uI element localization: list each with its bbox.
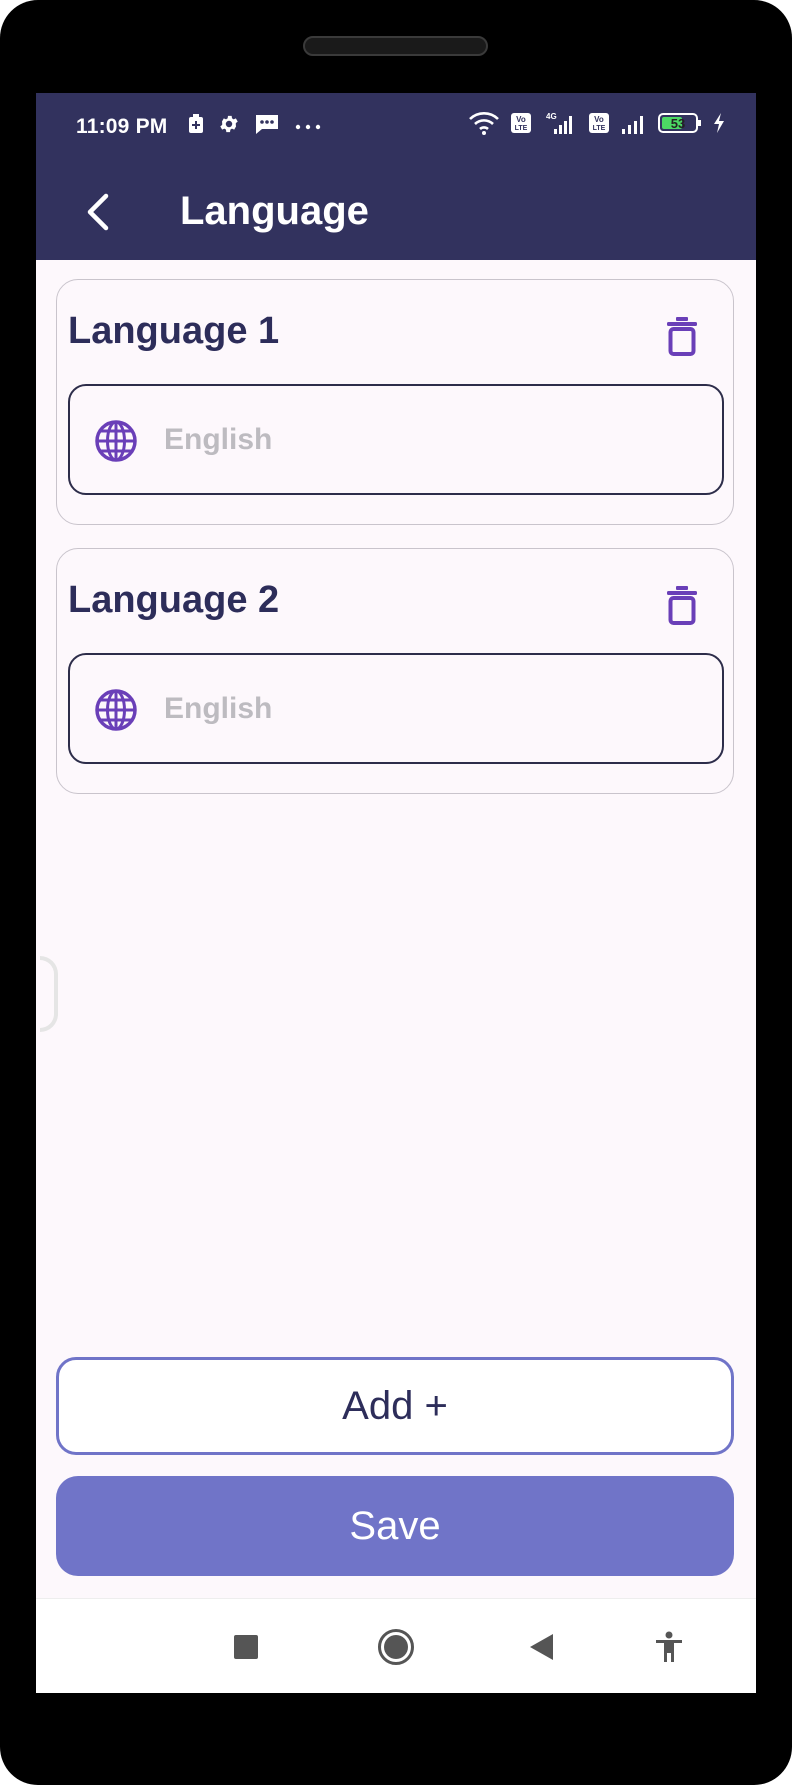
app-bar: Language xyxy=(36,163,756,260)
battery-level-text: 53 xyxy=(671,116,685,131)
svg-text:LTE: LTE xyxy=(515,125,528,132)
settings-icon xyxy=(218,113,240,140)
svg-text:Vo: Vo xyxy=(516,115,526,124)
language-input[interactable] xyxy=(164,655,704,762)
page-title: Language xyxy=(180,189,369,233)
home-circle-icon xyxy=(378,1629,414,1665)
edge-swipe-handle[interactable] xyxy=(40,956,58,1032)
back-triangle-icon xyxy=(530,1634,553,1660)
charging-icon xyxy=(712,112,726,139)
accessibility-button[interactable] xyxy=(641,1619,697,1675)
svg-text:LTE: LTE xyxy=(593,125,606,132)
svg-text:4G: 4G xyxy=(546,112,557,121)
status-icons-left xyxy=(188,113,322,140)
save-button[interactable]: Save xyxy=(56,1476,734,1576)
globe-icon xyxy=(94,419,138,463)
chevron-left-icon xyxy=(87,193,109,231)
signal-icon xyxy=(620,111,648,140)
delete-language-button[interactable] xyxy=(661,314,703,358)
svg-text:Vo: Vo xyxy=(594,115,604,124)
phone-frame: 11:09 PM Vo LTE 4G Vo LTE 53 Language La… xyxy=(0,0,792,1785)
speaker-grille xyxy=(303,36,488,56)
status-bar: 11:09 PM Vo LTE 4G Vo LTE 53 xyxy=(36,93,756,163)
delete-language-button[interactable] xyxy=(661,583,703,627)
home-button[interactable] xyxy=(368,1619,424,1675)
battery-saver-icon xyxy=(188,114,204,139)
language-field xyxy=(68,384,724,495)
back-nav-button[interactable] xyxy=(514,1619,570,1675)
trash-icon xyxy=(667,586,697,625)
language-card-2: Language 2 xyxy=(56,548,734,794)
app-screen: 11:09 PM Vo LTE 4G Vo LTE 53 Language La… xyxy=(36,93,756,1693)
accessibility-icon xyxy=(656,1631,682,1662)
globe-icon xyxy=(94,688,138,732)
language-card-1: Language 1 xyxy=(56,279,734,525)
message-icon xyxy=(254,113,280,140)
system-nav-bar xyxy=(36,1598,756,1693)
recents-button[interactable] xyxy=(218,1619,274,1675)
language-card-title: Language 1 xyxy=(68,310,280,352)
more-dots-icon xyxy=(294,118,322,136)
wifi-icon xyxy=(468,111,500,140)
volte-icon: Vo LTE xyxy=(588,112,610,139)
recents-square-icon xyxy=(234,1635,258,1659)
language-card-title: Language 2 xyxy=(68,579,280,621)
language-field xyxy=(68,653,724,764)
trash-icon xyxy=(667,317,697,356)
status-time: 11:09 PM xyxy=(76,115,168,138)
add-language-button[interactable]: Add + xyxy=(56,1357,734,1455)
volte-icon: Vo LTE xyxy=(510,112,532,139)
language-input[interactable] xyxy=(164,386,704,493)
back-button[interactable] xyxy=(72,185,126,239)
status-icons-right: Vo LTE 4G Vo LTE 53 xyxy=(468,111,726,140)
battery-icon: 53 xyxy=(658,112,702,139)
signal-4g-icon: 4G xyxy=(542,111,578,140)
